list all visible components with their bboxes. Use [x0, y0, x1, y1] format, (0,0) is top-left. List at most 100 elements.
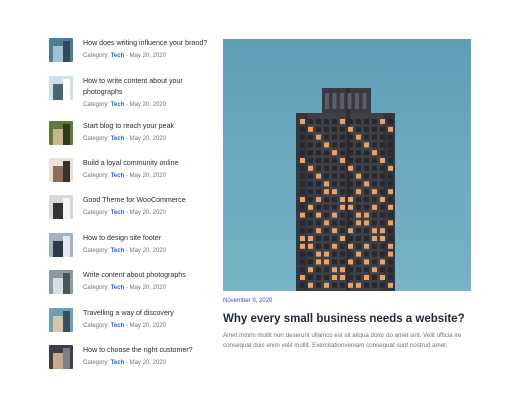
post-title[interactable]: Write content about photographs [83, 270, 213, 281]
building-window [364, 189, 369, 195]
building-window [380, 134, 385, 140]
post-list-item[interactable]: How does writing influence your brand? C… [49, 38, 213, 62]
building-window [356, 150, 361, 156]
post-list-item[interactable]: How to design site footer Category: Tech… [49, 233, 213, 257]
building-window [340, 134, 345, 140]
building-window [340, 189, 345, 195]
building-window [356, 204, 361, 210]
post-list-item[interactable]: Write content about photographs Category… [49, 270, 213, 294]
post-list-item[interactable]: Good Theme for WooCommerce Category: Tec… [49, 195, 213, 219]
person-icon [49, 158, 73, 182]
building-window [356, 181, 361, 187]
building-window [372, 236, 377, 241]
post-thumbnail[interactable] [49, 270, 73, 294]
post-thumbnail[interactable] [49, 308, 73, 332]
post-title[interactable]: How to design site footer [83, 233, 213, 244]
plants-icon [49, 121, 73, 145]
building-window [388, 165, 393, 171]
building-window [388, 150, 393, 156]
building-window [308, 158, 313, 163]
post-list-item[interactable]: How to write content about your photogra… [49, 76, 213, 110]
post-thumbnail[interactable] [49, 345, 73, 369]
category-link[interactable]: Tech [111, 210, 125, 216]
post-list-item[interactable]: Start blog to reach your peak Category: … [49, 121, 213, 145]
building-window [356, 126, 361, 132]
building-window [380, 251, 385, 257]
post-title[interactable]: Build a loyal community online [83, 158, 213, 169]
building-window [332, 267, 337, 273]
building-window [372, 150, 377, 156]
building-window [324, 267, 329, 273]
post-list-item[interactable]: Build a loyal community online Category:… [49, 158, 213, 182]
building-window [316, 267, 321, 273]
post-thumbnail[interactable] [49, 158, 73, 182]
building-window [316, 282, 321, 288]
post-title[interactable]: How to write content about your photogra… [83, 76, 213, 98]
post-list-item[interactable]: Travelling a way of discovery Category: … [49, 308, 213, 332]
category-link[interactable]: Tech [111, 53, 125, 59]
featured-title[interactable]: Why every small business needs a website… [223, 312, 473, 326]
building-window [340, 204, 345, 210]
building-window [364, 204, 369, 210]
building-window [324, 243, 329, 249]
category-link[interactable]: Tech [111, 285, 125, 291]
building-window [388, 212, 393, 218]
post-title[interactable]: How does writing influence your brand? [83, 38, 213, 49]
building-window [380, 236, 385, 241]
building-window [316, 220, 321, 226]
building-window [340, 173, 345, 179]
post-date: May 20, 2020 [129, 210, 166, 216]
category-link[interactable]: Tech [111, 102, 125, 108]
building-window [348, 158, 353, 163]
category-link[interactable]: Tech [111, 360, 125, 366]
post-list-item[interactable]: How to choose the right customer? Catego… [49, 345, 213, 369]
meta-separator: - [125, 136, 128, 142]
category-link[interactable]: Tech [111, 323, 125, 329]
building-window [300, 189, 305, 195]
building-window [300, 126, 305, 132]
building-window [364, 236, 369, 241]
building-window [316, 119, 321, 124]
building-window [388, 173, 393, 179]
building-window [380, 197, 385, 202]
meta-separator: - [125, 323, 128, 329]
post-thumbnail[interactable] [49, 233, 73, 257]
post-title[interactable]: How to choose the right customer? [83, 345, 213, 356]
post-date: May 20, 2020 [129, 285, 166, 291]
category-link[interactable]: Tech [111, 136, 125, 142]
building-window [308, 150, 313, 156]
category-link[interactable]: Tech [111, 248, 125, 254]
building-window [372, 119, 377, 124]
building-window [380, 173, 385, 179]
building-window [348, 228, 353, 234]
building-window [356, 259, 361, 265]
post-date: May 20, 2020 [129, 173, 166, 179]
building-window [380, 150, 385, 156]
featured-image[interactable] [223, 39, 471, 291]
building-window [372, 267, 377, 273]
building-window [388, 181, 393, 187]
post-meta: Category: Tech - May 20, 2020 [83, 101, 213, 110]
post-thumbnail[interactable] [49, 195, 73, 219]
post-title[interactable]: Start blog to reach your peak [83, 121, 213, 132]
building-window [348, 142, 353, 148]
category-label: Category: [83, 285, 110, 291]
category-link[interactable]: Tech [111, 173, 125, 179]
building-window [300, 158, 305, 163]
building-window [356, 282, 361, 288]
building-window [324, 212, 329, 218]
building-window [348, 197, 353, 202]
post-thumbnail[interactable] [49, 76, 73, 100]
post-title[interactable]: Travelling a way of discovery [83, 308, 213, 319]
building-window [316, 189, 321, 195]
post-thumbnail[interactable] [49, 121, 73, 145]
featured-excerpt: Amet minim mollit non deserunt ullamco e… [223, 332, 462, 349]
building-window [300, 165, 305, 171]
building-window [380, 267, 385, 273]
building-window [356, 158, 361, 163]
post-title[interactable]: Good Theme for WooCommerce [83, 195, 213, 206]
building-window [364, 158, 369, 163]
building-window [300, 236, 305, 241]
post-thumbnail[interactable] [49, 38, 73, 62]
crown-fin [340, 93, 344, 109]
